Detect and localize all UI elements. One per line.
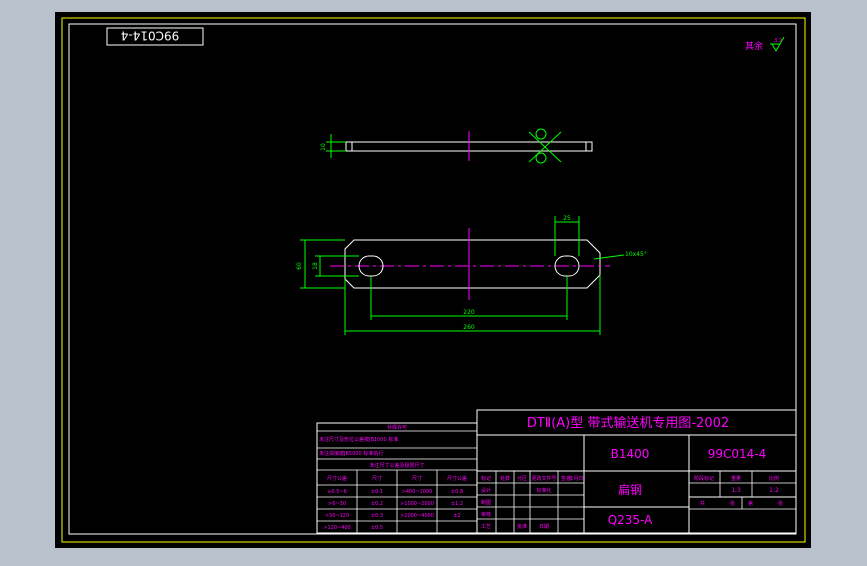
sign-row-check: 审核 — [481, 511, 491, 518]
part-name: 扁钢 — [618, 483, 642, 497]
tolerance-cell: >400~1000 — [402, 489, 433, 495]
weight-label: 重量 — [731, 475, 741, 482]
drawing-number: 99C014-4 — [708, 447, 767, 461]
cad-drawing: 99C014-4 其余 3.2 10 25 60 18 220 260 10x4… — [55, 12, 811, 548]
sign-label-6: 年月日 — [568, 475, 583, 482]
sign-row-approve: 批准 — [517, 523, 527, 530]
tolerance-title: 补焊许可 — [387, 424, 407, 431]
overall-length-value: 260 — [463, 324, 475, 331]
sheet-number-label: 第 — [748, 500, 753, 507]
sheet-total-unit: 张 — [730, 500, 735, 507]
tolerance-cell: >1000~2000 — [400, 501, 434, 507]
tolerance-cell: ±0.1 — [371, 489, 383, 495]
scale-label: 比例 — [769, 475, 779, 482]
tolerance-cell: ±0.5 — [371, 525, 383, 531]
tolerance-cell: ±0.2 — [371, 501, 383, 507]
sign-row-draw: 制图 — [481, 499, 491, 506]
tolerance-cell: ≥0.5~6 — [327, 489, 347, 495]
tolerance-header-1: 尺寸公差 — [327, 475, 347, 482]
thickness-value: 10 — [320, 143, 327, 151]
date-label: 日期 — [539, 524, 549, 530]
sign-label-1: 标记 — [481, 475, 491, 482]
tolerance-cell: >120~400 — [323, 525, 350, 531]
sign-label-4: 更改文件号 — [531, 475, 556, 482]
tolerance-cell: ±1.2 — [451, 501, 463, 507]
sign-label-2: 处数 — [500, 475, 510, 482]
tolerance-cell: ±0.3 — [371, 513, 383, 519]
slot-width-value: 25 — [563, 215, 571, 222]
tolerance-cell: >30~120 — [325, 513, 349, 519]
standardize-label: 标准化 — [536, 487, 551, 494]
sign-label-3: 分区 — [517, 475, 527, 482]
tolerance-subtitle: 未注尺寸公差及极限尺寸 — [369, 462, 424, 469]
slot-height-value: 18 — [312, 262, 319, 270]
roughness-label: 其余 — [745, 40, 763, 52]
weight-value: 1.3 — [731, 487, 741, 494]
stage-mark-label: 阶段标记 — [694, 475, 714, 482]
tolerance-header-4: 尺寸公差 — [447, 475, 467, 482]
cad-viewport: 99C014-4 其余 3.2 10 25 60 18 220 260 10x4… — [0, 0, 867, 562]
height-value: 60 — [296, 262, 303, 270]
tolerance-cell: ±2 — [453, 513, 460, 519]
tolerance-cell: ±0.8 — [451, 489, 463, 495]
center-distance-value: 220 — [463, 309, 475, 316]
chamfer-value: 10x45° — [625, 251, 647, 258]
sign-row-design: 设计 — [481, 487, 491, 494]
tolerance-header-2: 尺寸 — [372, 475, 382, 482]
scale-value: 1:2 — [769, 487, 779, 494]
sign-row-process: 工艺 — [481, 524, 491, 530]
roughness-value: 3.2 — [774, 38, 782, 44]
material: Q235-A — [608, 513, 653, 527]
drawing-canvas[interactable] — [55, 12, 811, 548]
sheet-total-label: 共 — [700, 500, 705, 507]
sheet-number-unit: 张 — [778, 500, 783, 507]
tolerance-header-3: 尺寸 — [412, 475, 422, 482]
tolerance-note-2: 未注焊接按JB5000 标准执行 — [319, 450, 383, 457]
model-number: B1400 — [611, 447, 650, 461]
title-block-title: DTⅡ(A)型 带式输送机专用图-2002 — [527, 415, 729, 431]
tolerance-cell: >2000~4000 — [400, 513, 434, 519]
drawing-code-rotated: 99C014-4 — [121, 29, 180, 43]
tolerance-note-1: 未注尺寸及形位公差按JB1000 标准 — [319, 436, 398, 443]
tolerance-cell: >6~30 — [328, 501, 346, 507]
